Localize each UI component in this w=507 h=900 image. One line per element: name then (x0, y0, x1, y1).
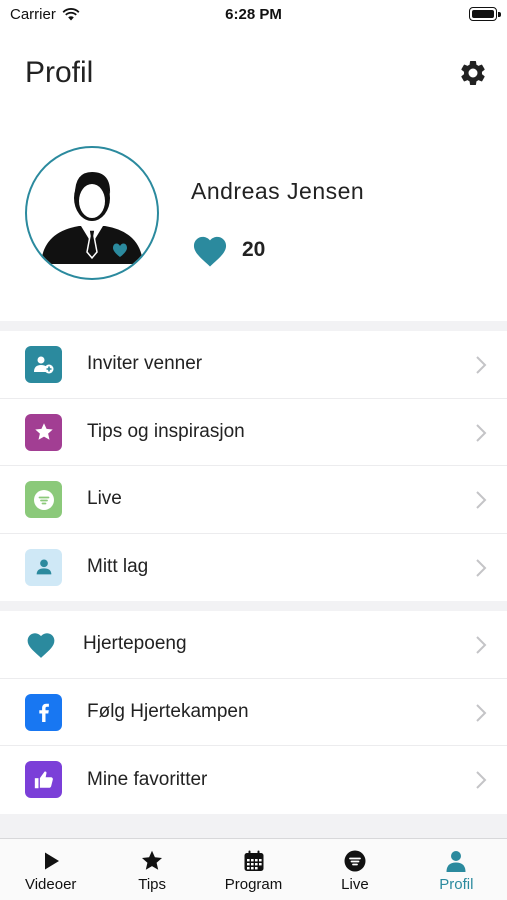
chevron-right-icon (476, 423, 487, 442)
status-time: 6:28 PM (225, 6, 282, 23)
menu-item-my-team[interactable]: Mitt lag (0, 534, 507, 602)
menu-item-label: Live (87, 488, 122, 510)
menu-item-follow-facebook[interactable]: Følg Hjertekampen (0, 679, 507, 746)
section-separator (0, 321, 507, 331)
heart-icon (27, 633, 55, 658)
chevron-right-icon (476, 771, 487, 789)
menu-item-invite-friends[interactable]: Inviter venner (0, 331, 507, 399)
menu-item-favorites[interactable]: Mine favoritter (0, 746, 507, 814)
heart-points-count: 20 (242, 238, 266, 261)
tab-label: Live (341, 876, 369, 893)
user-silhouette-icon (41, 172, 143, 264)
person-icon (446, 851, 466, 872)
battery-icon (469, 7, 501, 21)
menu-item-label: Tips og inspirasjon (87, 420, 245, 442)
tab-bar: Videoer Tips Program Live Profil (0, 838, 507, 900)
section-separator (0, 601, 507, 611)
chevron-right-icon (476, 636, 487, 654)
thumbs-up-icon (25, 761, 62, 798)
page-title: Profil (25, 56, 94, 89)
chevron-right-icon (476, 703, 487, 722)
tab-videos[interactable]: Videoer (0, 839, 101, 900)
tab-live[interactable]: Live (304, 839, 405, 900)
menu-item-label: Hjertepoeng (83, 633, 187, 655)
avatar[interactable] (25, 146, 159, 280)
tab-label: Videoer (24, 876, 77, 893)
menu-group-secondary: Hjertepoeng Følg Hjertekampen Mine favor… (0, 611, 507, 814)
tab-label: Profil (439, 876, 474, 893)
add-user-icon (25, 346, 62, 383)
status-bar: Carrier 6:28 PM (0, 0, 507, 30)
play-icon (44, 852, 59, 870)
tab-label: Tips (138, 876, 166, 893)
gear-icon[interactable] (458, 58, 488, 88)
menu-item-label: Inviter venner (87, 353, 203, 375)
section-separator (0, 814, 507, 838)
person-icon (25, 548, 62, 586)
calendar-icon (244, 850, 264, 871)
live-icon (25, 481, 62, 518)
menu-item-label: Følg Hjertekampen (87, 700, 249, 722)
user-name: Andreas Jensen (191, 178, 365, 204)
menu-item-live[interactable]: Live (0, 466, 507, 534)
chevron-right-icon (476, 491, 487, 509)
tab-tips[interactable]: Tips (101, 839, 202, 900)
menu-group-primary: Inviter venner Tips og inspirasjon Live … (0, 331, 507, 601)
menu-item-heart-points[interactable]: Hjertepoeng (0, 611, 507, 679)
menu-item-label: Mitt lag (87, 556, 149, 578)
tab-program[interactable]: Program (203, 839, 304, 900)
facebook-icon (25, 693, 62, 731)
tab-label: Program (224, 876, 283, 893)
star-icon (25, 413, 62, 451)
tab-profile[interactable]: Profil (406, 839, 507, 900)
menu-item-tips[interactable]: Tips og inspirasjon (0, 399, 507, 466)
chevron-right-icon (476, 558, 487, 577)
heart-icon (193, 236, 227, 267)
chevron-right-icon (476, 356, 487, 374)
menu-item-label: Mine favoritter (87, 768, 208, 790)
star-icon (142, 850, 163, 870)
live-icon (344, 850, 366, 872)
